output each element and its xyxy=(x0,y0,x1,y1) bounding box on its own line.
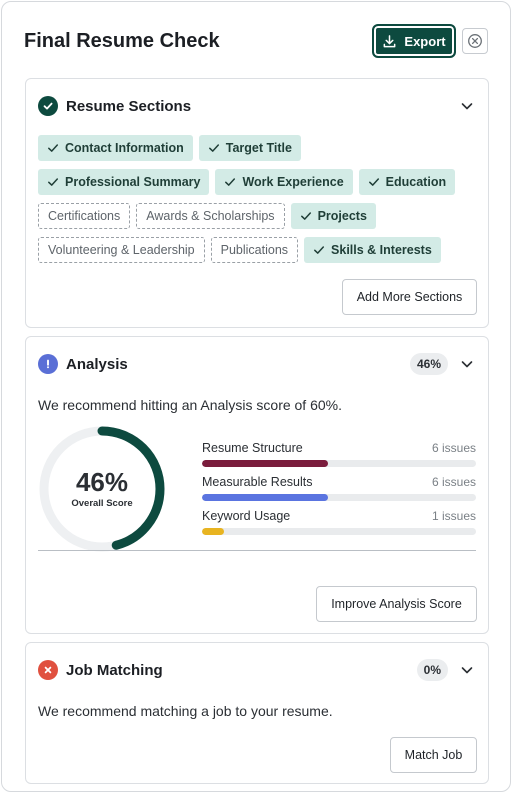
exclamation-circle-icon xyxy=(38,354,58,374)
export-button[interactable]: Export xyxy=(372,24,456,58)
section-chip-label: Volunteering & Leadership xyxy=(48,243,195,257)
section-chip[interactable]: Contact Information xyxy=(38,135,193,161)
job-matching-header[interactable]: Job Matching 0% xyxy=(38,659,476,681)
chip-row: Certifications Awards & Scholarships Proje… xyxy=(38,203,478,229)
section-chip[interactable]: Target Title xyxy=(198,135,301,161)
metric-row: Resume Structure 6 issues xyxy=(202,441,476,475)
donut-center: 46% Overall Score xyxy=(38,425,166,553)
metric-issues: 1 issues xyxy=(431,509,476,523)
job-matching-recommendation: We recommend matching a job to your resu… xyxy=(38,703,333,719)
metric-issues: 6 issues xyxy=(431,441,476,455)
page-title: Final Resume Check xyxy=(24,30,220,52)
section-chip-label: Certifications xyxy=(48,209,121,223)
section-chip[interactable]: Publications xyxy=(210,237,299,263)
analysis-score-badge: 46% xyxy=(409,353,448,375)
section-chip[interactable]: Education xyxy=(358,169,456,195)
chip-row: Professional Summary Work Experience Educa… xyxy=(38,169,478,195)
chip-row: Volunteering & Leadership Publications Ski… xyxy=(38,237,478,263)
metric-name: Keyword Usage xyxy=(202,509,291,523)
check-icon xyxy=(300,212,311,220)
metric-bar-fill xyxy=(202,494,329,501)
job-matching-title: Job Matching xyxy=(66,661,163,679)
section-chip-label: Projects xyxy=(317,209,367,223)
section-chip[interactable]: Volunteering & Leadership xyxy=(38,237,205,263)
export-label: Export xyxy=(404,33,446,49)
check-icon xyxy=(314,246,325,254)
section-chip[interactable]: Awards & Scholarships xyxy=(136,203,285,229)
analysis-metrics: Resume Structure 6 issues Measurable Resul… xyxy=(202,441,476,543)
section-chip-label: Target Title xyxy=(225,141,292,155)
analysis-recommendation: We recommend hitting an Analysis score o… xyxy=(38,397,343,413)
metric-bar-track xyxy=(202,494,476,501)
analysis-card: Analysis 46% We recommend hitting an Ana… xyxy=(25,336,489,634)
chip-row: Contact Information Target Title xyxy=(38,135,478,161)
section-chip-label: Awards & Scholarships xyxy=(146,209,275,223)
section-chip-label: Education xyxy=(385,175,447,189)
analysis-header[interactable]: Analysis 46% xyxy=(38,353,476,375)
section-chip[interactable]: Work Experience xyxy=(215,169,353,195)
add-more-sections-button[interactable]: Add More Sections xyxy=(342,279,477,315)
metric-bar-track xyxy=(202,460,476,467)
job-matching-card: Job Matching 0% We recommend matching a … xyxy=(25,642,489,784)
job-matching-badge: 0% xyxy=(416,659,448,681)
section-chip[interactable]: Skills & Interests xyxy=(304,237,441,263)
final-resume-check-panel: Final Resume Check Export Resume Section… xyxy=(1,1,511,792)
metric-issues: 6 issues xyxy=(431,475,476,489)
section-chip[interactable]: Certifications xyxy=(38,203,131,229)
section-chip-label: Publications xyxy=(220,243,289,257)
metric-bar-track xyxy=(202,528,476,535)
metric-row: Keyword Usage 1 issues xyxy=(202,509,476,543)
overall-score-value: 46% xyxy=(75,467,129,497)
section-chip-label: Skills & Interests xyxy=(331,243,432,257)
metric-name: Measurable Results xyxy=(202,475,313,489)
analysis-divider xyxy=(38,550,476,551)
section-chips: Contact Information Target Title Professio… xyxy=(38,135,478,271)
section-chip[interactable]: Professional Summary xyxy=(38,169,210,195)
metric-row: Measurable Results 6 issues xyxy=(202,475,476,509)
section-chip[interactable]: Projects xyxy=(290,203,376,229)
section-chip-label: Work Experience xyxy=(242,175,344,189)
check-icon xyxy=(368,178,379,186)
check-icon xyxy=(48,178,59,186)
close-circle-icon xyxy=(468,34,482,48)
chevron-down-icon[interactable] xyxy=(458,97,476,115)
section-chip-label: Contact Information xyxy=(65,141,184,155)
check-icon xyxy=(225,178,236,186)
metric-bar-fill xyxy=(202,528,224,535)
section-chip-label: Professional Summary xyxy=(65,175,201,189)
resume-sections-header[interactable]: Resume Sections xyxy=(38,95,476,117)
check-icon xyxy=(208,144,219,152)
download-icon xyxy=(384,34,396,47)
chevron-down-icon[interactable] xyxy=(458,661,476,679)
x-circle-icon xyxy=(38,660,58,680)
close-button[interactable] xyxy=(462,28,488,54)
resume-sections-card: Resume Sections Contact Information Targe… xyxy=(25,78,489,328)
metric-name: Resume Structure xyxy=(202,441,303,455)
match-job-button[interactable]: Match Job xyxy=(390,737,477,773)
overall-score-caption: Overall Score xyxy=(71,498,133,509)
check-circle-icon xyxy=(38,96,58,116)
check-icon xyxy=(48,144,59,152)
improve-analysis-score-button[interactable]: Improve Analysis Score xyxy=(316,586,477,622)
chevron-down-icon[interactable] xyxy=(458,355,476,373)
resume-sections-title: Resume Sections xyxy=(66,97,192,115)
metric-bar-fill xyxy=(202,460,329,467)
analysis-title: Analysis xyxy=(66,355,128,373)
